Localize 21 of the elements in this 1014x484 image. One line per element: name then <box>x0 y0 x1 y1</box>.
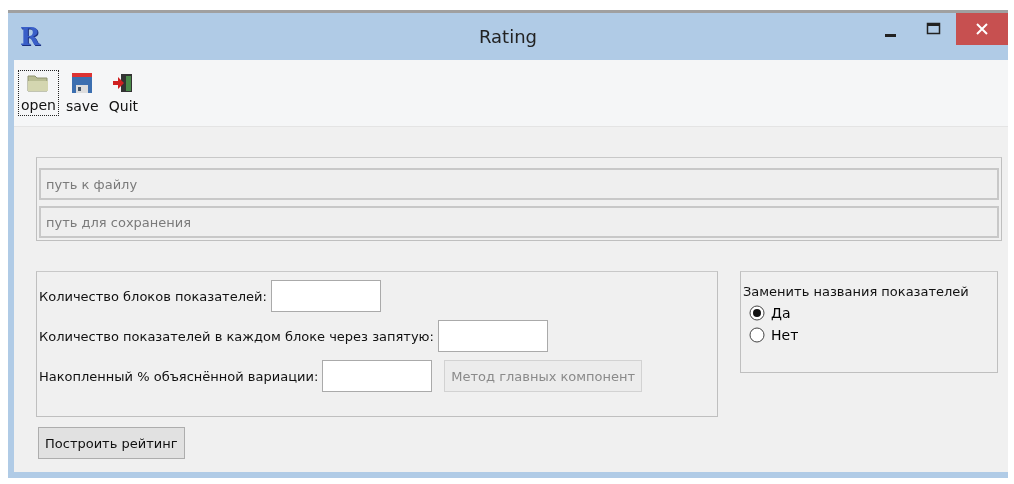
group-title: Заменить названия показателей <box>743 284 970 299</box>
input-field[interactable] <box>437 320 548 352</box>
build-rating-button[interactable]: Построить рейтинг <box>38 427 185 459</box>
close-icon <box>976 23 988 35</box>
field-label: Накопленный % объяснённой вариации: <box>39 368 319 384</box>
input-field[interactable] <box>270 280 381 312</box>
minimize-icon <box>884 33 896 37</box>
toolbar-button[interactable]: open <box>18 70 59 116</box>
close-button[interactable] <box>956 13 1008 45</box>
radio-option[interactable]: Нет <box>743 327 997 343</box>
field-label: Количество показателей в каждом блоке через запятую: <box>39 328 434 344</box>
window-title: Rating <box>478 26 537 47</box>
toolbar-button[interactable]: save <box>62 69 102 117</box>
field-label: Количество блоков показателей: <box>39 288 267 304</box>
folder-icon <box>27 73 50 93</box>
exit-door-icon <box>112 72 135 94</box>
app-logo: R <box>20 22 40 51</box>
maximize-icon <box>926 22 942 36</box>
toolbar-button[interactable]: Quit <box>105 69 141 117</box>
input-field[interactable] <box>322 360 433 392</box>
radio-option[interactable]: Да <box>743 305 997 321</box>
